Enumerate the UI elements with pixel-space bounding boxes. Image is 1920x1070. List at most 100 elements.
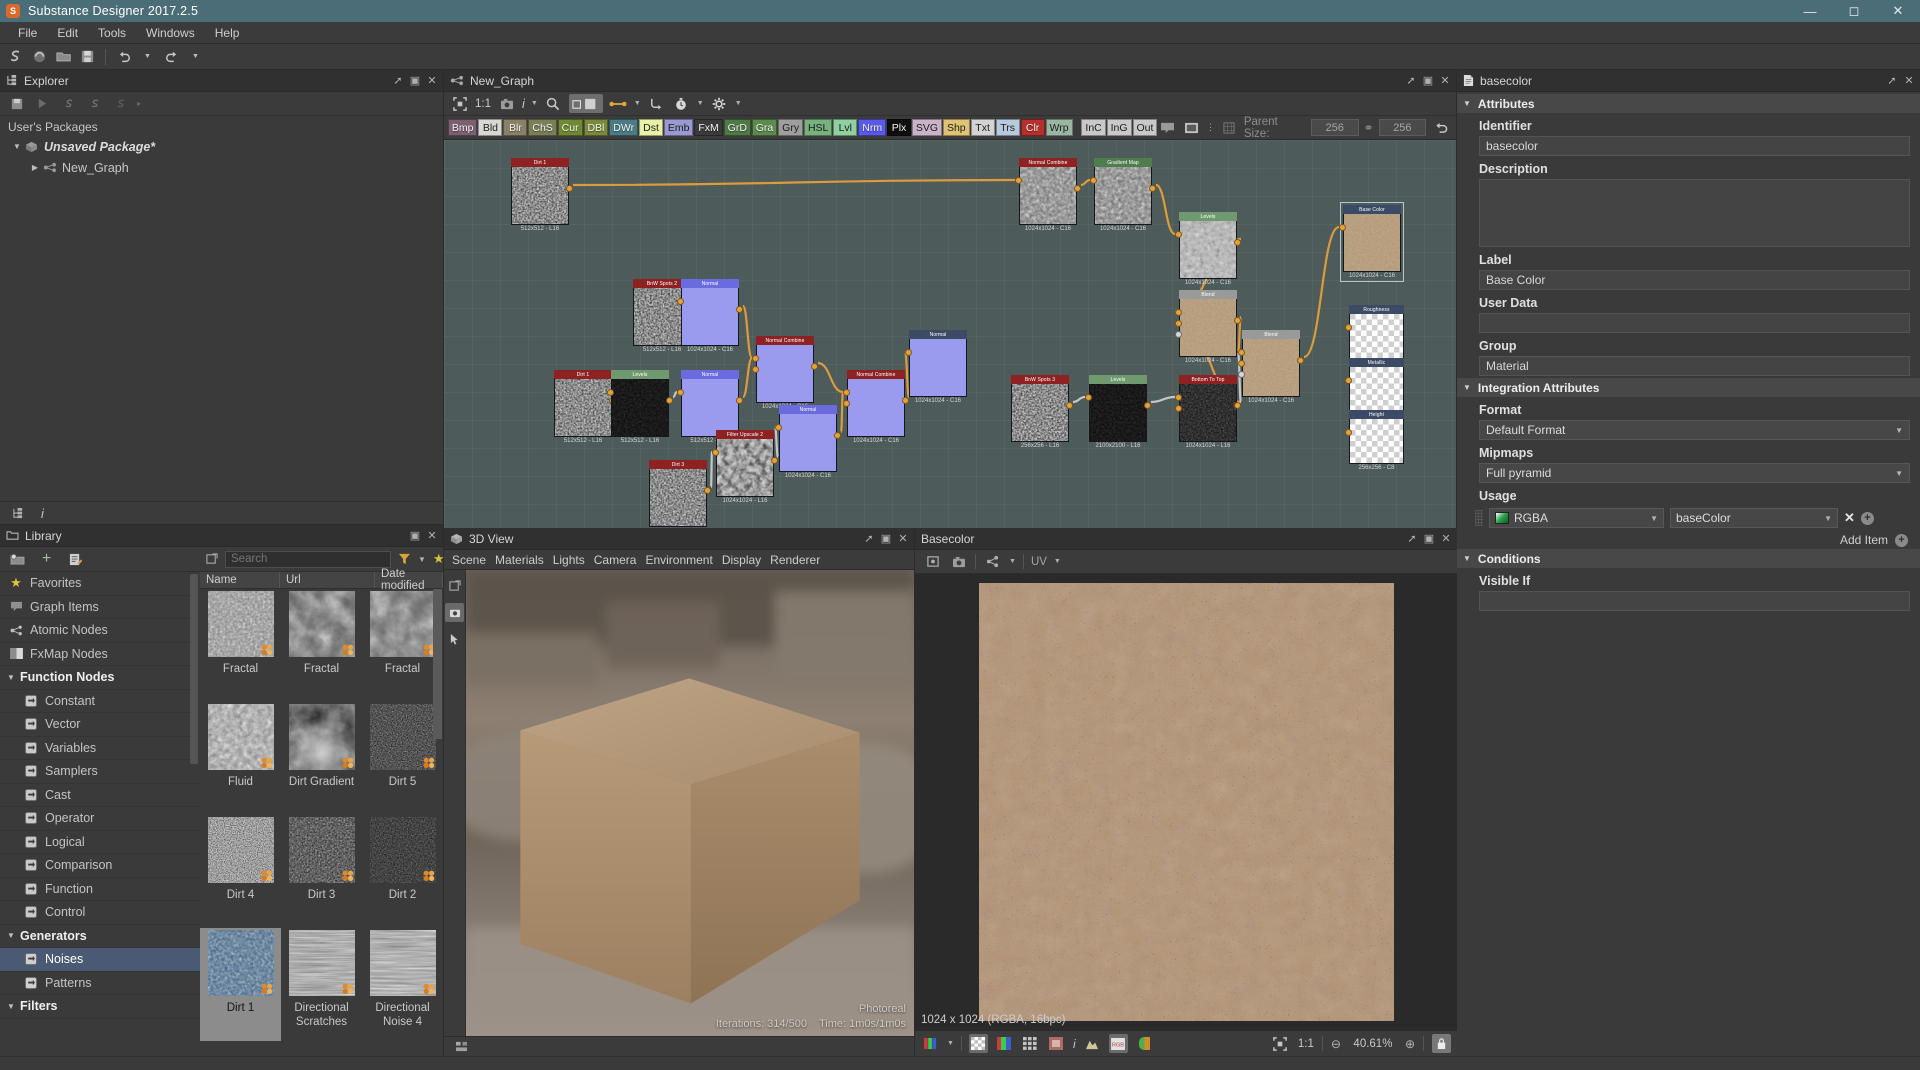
link-icon[interactable] bbox=[609, 94, 628, 113]
graph-node-roughness-out[interactable]: Roughness bbox=[1345, 305, 1404, 359]
float-icon[interactable]: ▣ bbox=[879, 532, 893, 546]
node-button-bmp[interactable]: Bmp bbox=[448, 119, 478, 136]
open-package-icon[interactable] bbox=[54, 47, 73, 66]
chevron-down-icon[interactable]: ▼ bbox=[947, 1040, 954, 1047]
graph-canvas[interactable]: Dirt 1 512x512 - L16 Normal Combine 1024x10… bbox=[444, 140, 1456, 528]
library-grid-scrollbar[interactable] bbox=[433, 589, 442, 739]
library-item[interactable]: Dirt 1 bbox=[200, 928, 281, 1041]
zoom-fit-icon[interactable] bbox=[1271, 1034, 1290, 1053]
camera-icon[interactable] bbox=[497, 94, 516, 113]
graph-node-output-port[interactable] bbox=[1149, 185, 1156, 192]
view-icon[interactable] bbox=[1182, 118, 1201, 137]
graph-node-blend-b[interactable]: Blend 1024x1024 - C16 bbox=[1238, 330, 1304, 404]
remove-usage-icon[interactable]: ✕ bbox=[1844, 510, 1855, 526]
library-item[interactable]: Fractal bbox=[200, 589, 281, 702]
library-category-control[interactable]: Control bbox=[0, 901, 200, 925]
float-icon[interactable]: ▣ bbox=[408, 529, 422, 543]
add-folder-icon[interactable] bbox=[8, 550, 27, 569]
section-conditions[interactable]: ▼ Conditions bbox=[1457, 549, 1920, 568]
histogram-icon[interactable] bbox=[1083, 1034, 1102, 1053]
substance-icon-3[interactable] bbox=[111, 94, 130, 113]
more-icon[interactable]: ⋮ bbox=[1206, 122, 1215, 133]
node-button-ing[interactable]: InG bbox=[1106, 119, 1132, 136]
graph-node-input-port[interactable] bbox=[1175, 231, 1182, 238]
node-button-emb[interactable]: Emb bbox=[664, 119, 694, 136]
library-category-samplers[interactable]: Samplers bbox=[0, 760, 200, 784]
library-category-patterns[interactable]: Patterns bbox=[0, 972, 200, 995]
save-icon[interactable] bbox=[7, 94, 26, 113]
usage-channel-select[interactable]: RGBA ▼ bbox=[1489, 508, 1664, 528]
graph-node-dirt-3[interactable]: Dirt 3512x512 - L16 bbox=[649, 460, 711, 528]
node-button-txt[interactable]: Txt bbox=[970, 119, 995, 136]
add-item-row[interactable]: Add Item + bbox=[1457, 528, 1920, 547]
graph-node-input-port[interactable] bbox=[607, 389, 614, 396]
library-category-generators[interactable]: ▼ Generators bbox=[0, 925, 200, 948]
close-icon[interactable]: ✕ bbox=[425, 74, 439, 88]
chevron-down-icon[interactable]: ▼ bbox=[418, 555, 426, 564]
ratio-label[interactable]: 1:1 bbox=[1298, 1038, 1314, 1050]
node-button-blr[interactable]: Blr bbox=[503, 119, 528, 136]
graph-node-input-port[interactable] bbox=[752, 355, 759, 362]
view3d-canvas[interactable]: Photoreal Iterations: 314/500 Time: 1m0s… bbox=[466, 570, 914, 1036]
library-category-logical[interactable]: Logical bbox=[0, 831, 200, 854]
usage-name-select[interactable]: baseColor ▼ bbox=[1670, 508, 1838, 528]
library-category-operator[interactable]: Operator bbox=[0, 807, 200, 831]
caret-down-icon[interactable]: ▼ bbox=[1463, 99, 1471, 108]
library-category-atomic-nodes[interactable]: Atomic Nodes bbox=[0, 619, 200, 643]
alpha-icon[interactable] bbox=[968, 1034, 988, 1053]
close-icon[interactable]: ✕ bbox=[1902, 74, 1916, 88]
library-item[interactable]: Directional Scratches bbox=[281, 928, 362, 1041]
add-item-plus-icon[interactable]: + bbox=[1895, 533, 1908, 547]
close-button[interactable]: ✕ bbox=[1876, 0, 1920, 22]
library-category-noises[interactable]: Noises bbox=[0, 948, 200, 972]
chain-link-icon[interactable]: ⚭ bbox=[1364, 121, 1374, 135]
library-category-vector[interactable]: Vector bbox=[0, 713, 200, 737]
substance-icon-2[interactable] bbox=[85, 94, 104, 113]
open-scene-icon[interactable] bbox=[445, 576, 464, 595]
graph-ratio-label[interactable]: 1:1 bbox=[475, 98, 491, 110]
menu-materials[interactable]: Materials bbox=[495, 553, 553, 567]
graph-node-input-port[interactable] bbox=[1175, 394, 1182, 401]
caret-down-icon[interactable]: ▼ bbox=[1463, 383, 1471, 392]
graph-node-input-port[interactable] bbox=[1090, 177, 1097, 184]
camera-icon[interactable] bbox=[445, 603, 464, 622]
rgb-icon[interactable]: RGB bbox=[1108, 1034, 1128, 1053]
node-button-out[interactable]: Out bbox=[1132, 119, 1158, 136]
lock-icon[interactable] bbox=[1432, 1034, 1451, 1053]
node-button-dbl[interactable]: DBl bbox=[583, 119, 609, 136]
graph-node-gradient-map[interactable]: Gradient Map 1024x1024 - C16 bbox=[1090, 158, 1156, 232]
node-button-dst[interactable]: Dst bbox=[639, 119, 663, 136]
filter-icon[interactable] bbox=[398, 550, 411, 569]
uv-dropdown-icon[interactable]: ▼ bbox=[1054, 558, 1061, 565]
graph-node-dirt-1[interactable]: Dirt 1 512x512 - L16 bbox=[511, 158, 573, 232]
graph-node-input-port[interactable] bbox=[1015, 177, 1022, 184]
graph-node-normal-c[interactable]: Normal 1024x1024 - C16 bbox=[775, 405, 841, 479]
settings-icon[interactable] bbox=[452, 1037, 471, 1056]
graph-node-input-port[interactable] bbox=[1238, 360, 1245, 367]
graph-node-input-port[interactable] bbox=[905, 349, 912, 356]
node-button-plx[interactable]: Plx bbox=[887, 119, 911, 136]
graph-node-output-port[interactable] bbox=[736, 397, 743, 404]
add-usage-icon[interactable]: + bbox=[1860, 511, 1874, 525]
close-icon[interactable]: ✕ bbox=[1439, 532, 1453, 546]
menu-file[interactable]: File bbox=[8, 24, 47, 42]
substance-icon-1[interactable] bbox=[59, 94, 78, 113]
node-button-shp[interactable]: Shp bbox=[943, 119, 970, 136]
graph-node-base-color-out[interactable]: Base Color 1024x1024 - C16 bbox=[1339, 202, 1404, 282]
visible-if-field[interactable] bbox=[1479, 591, 1910, 611]
graph-node-output-port[interactable] bbox=[1234, 317, 1241, 324]
graph-node-normal-combine-c[interactable]: Normal Combine 1024x1024 - C16 bbox=[843, 370, 909, 444]
chevron-down-icon[interactable]: ▼ bbox=[1009, 558, 1016, 565]
display-icon[interactable] bbox=[1158, 118, 1177, 137]
node-button-dwr[interactable]: DWr bbox=[609, 119, 638, 136]
color-icon[interactable] bbox=[995, 1034, 1014, 1053]
save-package-icon[interactable] bbox=[78, 47, 97, 66]
menu-camera[interactable]: Camera bbox=[594, 553, 646, 567]
library-category-cast[interactable]: Cast bbox=[0, 784, 200, 807]
minimize-button[interactable]: — bbox=[1788, 0, 1832, 22]
graph-node-input-port[interactable] bbox=[843, 389, 850, 396]
node-button-svg[interactable]: SVG bbox=[912, 119, 943, 136]
close-icon[interactable]: ✕ bbox=[896, 532, 910, 546]
node-button-hsl[interactable]: HSL bbox=[804, 119, 833, 136]
search-icon[interactable] bbox=[544, 94, 563, 113]
